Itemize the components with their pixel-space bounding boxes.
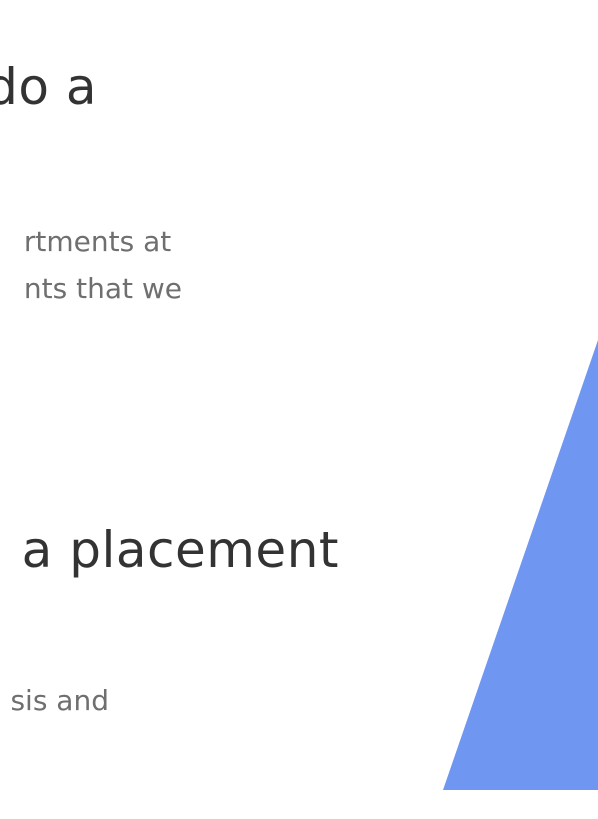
paragraph-line: rtments at [23, 225, 172, 258]
paragraph-line: sis and [10, 684, 109, 717]
section-heading-2: a placement [21, 521, 339, 579]
section-paragraph-2: sis and [10, 677, 109, 724]
paragraph-line: nts that we [23, 272, 182, 305]
section-paragraph-1: rtments at nts that we [24, 218, 182, 312]
section-heading-1: do a [0, 58, 97, 116]
